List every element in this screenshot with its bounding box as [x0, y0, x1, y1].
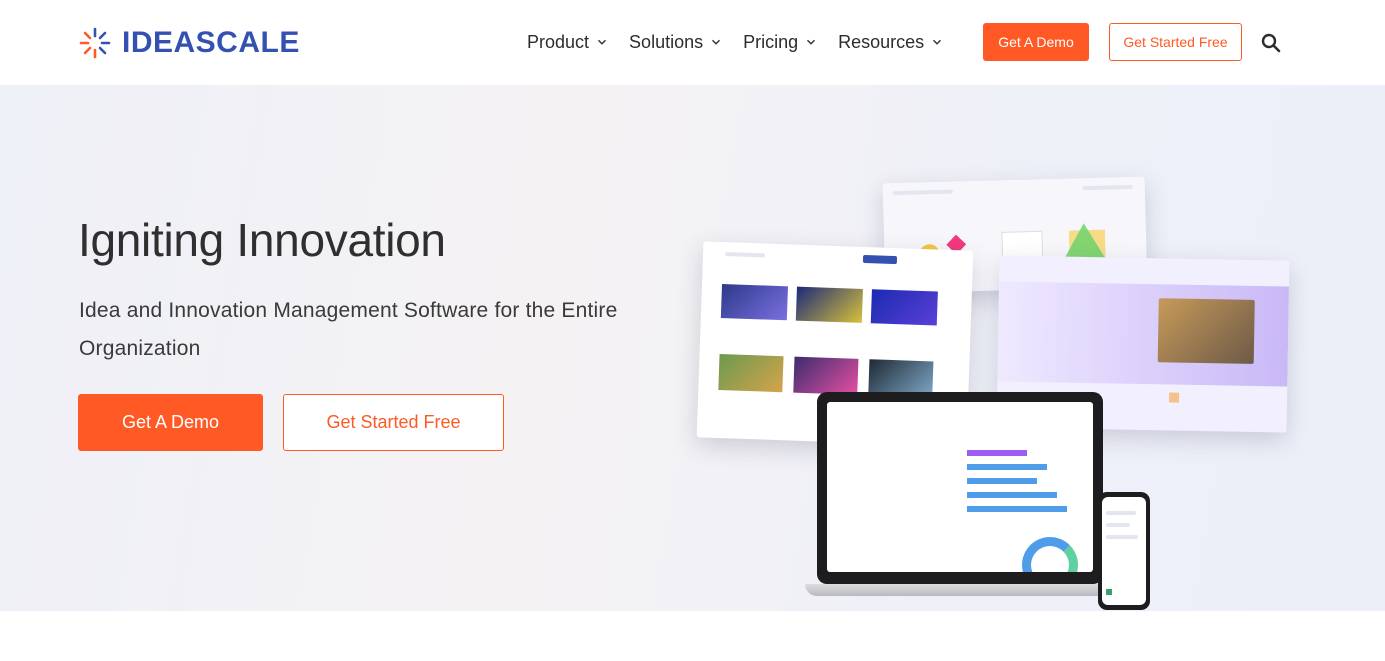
search-icon[interactable] [1260, 32, 1282, 54]
logo-text: IDEASCALE [122, 26, 300, 59]
nav-label: Resources [838, 31, 925, 52]
nav-label: Solutions [629, 31, 704, 52]
nav-item-solutions[interactable]: Solutions [629, 28, 721, 56]
chevron-down-icon [712, 39, 721, 45]
logo[interactable]: IDEASCALE [78, 26, 300, 60]
ideascale-logo-icon [79, 27, 111, 59]
phone-illustration [1098, 492, 1150, 610]
nav-item-product[interactable]: Product [527, 28, 607, 56]
header-get-demo-button[interactable]: Get A Demo [983, 23, 1089, 61]
nav-item-resources[interactable]: Resources [838, 28, 942, 56]
nav-item-pricing[interactable]: Pricing [743, 28, 816, 56]
hero-get-demo-button[interactable]: Get A Demo [78, 394, 263, 451]
hero-get-started-button[interactable]: Get Started Free [283, 394, 504, 451]
below-hero-area [0, 611, 1385, 661]
nav-label: Pricing [743, 31, 799, 52]
site-header: IDEASCALE Product Solutions Pricing Reso… [0, 0, 1385, 85]
main-nav: Product Solutions Pricing Resources [527, 28, 964, 56]
chevron-down-icon [933, 39, 942, 45]
chevron-down-icon [807, 39, 816, 45]
hero-subtitle: Idea and Innovation Management Software … [79, 299, 618, 360]
product-screenshot-collage [690, 176, 1300, 610]
hero-title: Igniting Innovation [78, 214, 446, 266]
nav-label: Product [527, 31, 590, 52]
hero-section: Igniting Innovation Idea and Innovation … [0, 85, 1385, 611]
header-get-started-button[interactable]: Get Started Free [1109, 23, 1242, 61]
laptop-illustration [805, 392, 1115, 598]
chevron-down-icon [598, 39, 607, 45]
